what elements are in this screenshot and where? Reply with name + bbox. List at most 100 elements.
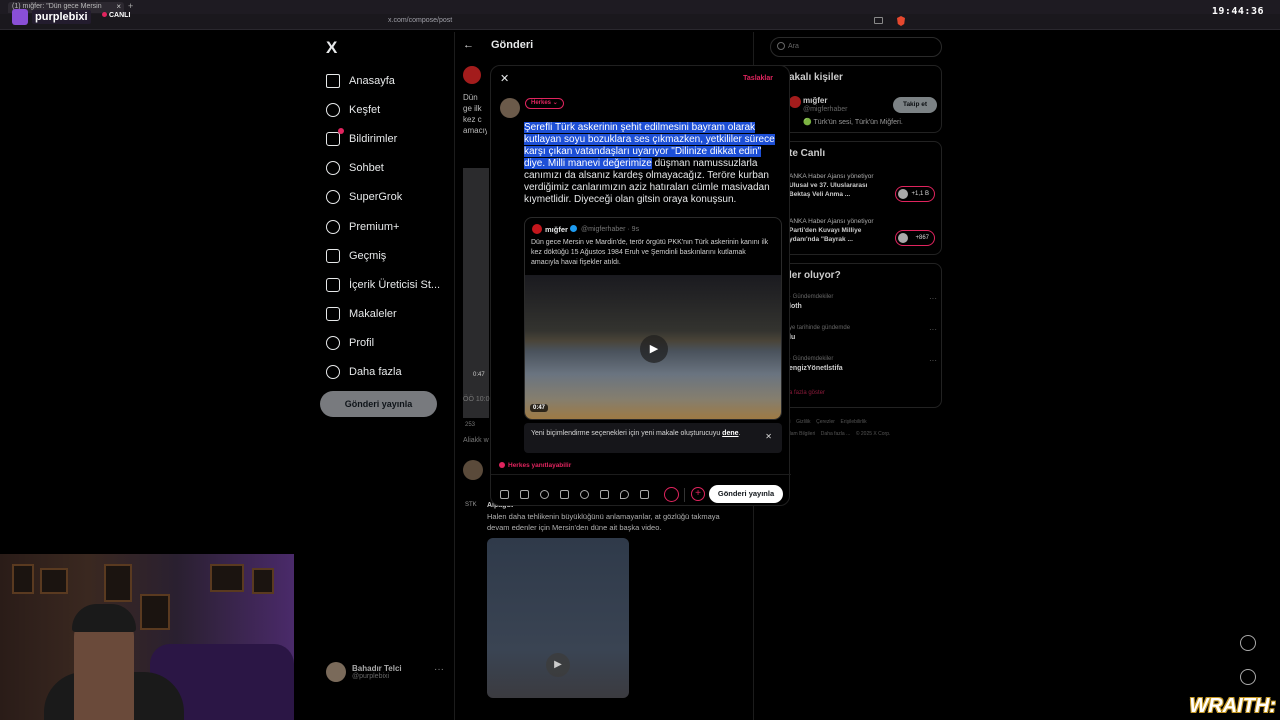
more-options-icon[interactable]: ···: [929, 325, 937, 334]
play-icon[interactable]: ▶: [546, 653, 570, 677]
add-post-icon[interactable]: +: [691, 487, 705, 501]
video-duration: 0:47: [530, 404, 549, 412]
close-tab-icon[interactable]: ×: [116, 2, 121, 11]
avatar[interactable]: [463, 66, 481, 84]
post-meta: Aliakk w: [463, 437, 489, 444]
show-more-link[interactable]: a fazla göster: [789, 390, 825, 396]
trend-item[interactable]: ye tarihinde gündemde lu: [789, 325, 850, 341]
location-icon[interactable]: [620, 490, 629, 499]
drafts-button[interactable]: Taslaklar: [743, 75, 773, 82]
schedule-icon[interactable]: [600, 490, 609, 499]
reply-count[interactable]: 253: [465, 422, 475, 428]
sidebar-item-bookmarks[interactable]: Geçmiş: [326, 241, 440, 270]
more-options-icon[interactable]: ···: [434, 664, 444, 675]
post-timestamp: ÖÖ 10:0: [463, 396, 490, 403]
new-tab-icon[interactable]: +: [128, 1, 133, 11]
trend-item[interactable]: · Gündemdekiler engizYönetlstifa: [789, 356, 843, 372]
sidebar-item-home[interactable]: Anasayfa: [326, 66, 440, 95]
live-item[interactable]: ANKA Haber Ajansı yönetiyor Ulusal ve 37…: [789, 172, 889, 199]
gif-icon[interactable]: [520, 490, 529, 499]
reader-icon[interactable]: [874, 17, 883, 24]
trend-meta: ye tarihinde gündemde: [789, 325, 851, 331]
sidebar-item-more[interactable]: Daha fazla: [326, 358, 440, 387]
verified-icon: [569, 225, 577, 232]
more-options-icon[interactable]: ···: [929, 294, 937, 303]
brave-shield-icon[interactable]: [897, 16, 905, 26]
quoted-author-name: mığfer: [545, 225, 568, 234]
live-suffix: yönetiyor: [847, 173, 874, 180]
footer-link[interactable]: Daha fazla ...: [821, 431, 850, 437]
close-icon[interactable]: ✕: [765, 432, 772, 441]
chat-icon: [326, 161, 340, 176]
sidebar-item-supergrok[interactable]: SuperGrok: [326, 183, 440, 212]
url-field[interactable]: x.com/compose/post: [388, 17, 452, 24]
trend-item[interactable]: · Gündemdekiler loth: [789, 294, 833, 310]
wall-frame: [12, 564, 34, 594]
listener-count[interactable]: +1,1 B: [895, 186, 935, 202]
search-placeholder: Ara: [788, 43, 799, 50]
compose-toolbar: + Gönderi yayınla: [491, 474, 791, 506]
quoted-author: mığfer: [545, 225, 577, 234]
address-bar: x.com/compose/post: [0, 14, 1280, 30]
streamer-cap: [72, 604, 136, 632]
sidebar-item-creator-studio[interactable]: İçerik Üreticisi St...: [326, 270, 440, 299]
live-item[interactable]: ANKA Haber Ajansı yönetiyor Parti'den Ku…: [789, 217, 889, 244]
flag-icon[interactable]: [640, 490, 649, 499]
back-arrow-icon[interactable]: ←: [463, 39, 474, 51]
grok-icon[interactable]: [1240, 635, 1256, 651]
creator-icon: [326, 277, 340, 292]
footer-link[interactable]: Çerezler: [816, 419, 835, 425]
video-duration: 0:47: [473, 372, 485, 378]
post-button[interactable]: Gönderi yayınla: [320, 391, 437, 417]
close-icon[interactable]: ✕: [500, 72, 509, 85]
media-icon[interactable]: [500, 490, 509, 499]
more-options-icon[interactable]: ···: [929, 356, 937, 365]
sidebar-item-label: İçerik Üreticisi St...: [349, 278, 441, 291]
footer-link[interactable]: rlam Bilgileri: [788, 431, 815, 437]
trend-name: lu: [789, 334, 796, 341]
sidebar-item-label: Daha fazla: [349, 366, 402, 379]
compose-textarea[interactable]: Şerefli Türk askerinin şehit edilmesini …: [524, 122, 782, 206]
live-dot-icon: [102, 12, 107, 17]
search-input[interactable]: Ara: [770, 37, 942, 57]
notice-body: Yeni biçimlendirme seçenekleri için yeni…: [531, 430, 723, 437]
search-icon: [326, 102, 340, 117]
profile-icon: [326, 336, 340, 351]
footer-link[interactable]: Erişilebilirlik: [841, 419, 867, 425]
notice-link[interactable]: dene: [722, 430, 738, 437]
panel-title: ler oluyor?: [789, 270, 841, 281]
post-video[interactable]: [463, 168, 489, 418]
account-switcher[interactable]: Bahadır Telci @purplebixi ···: [326, 662, 444, 682]
sidebar-item-label: Geçmiş: [349, 249, 387, 262]
x-logo-icon[interactable]: X: [326, 38, 337, 58]
emoji-icon[interactable]: [580, 490, 589, 499]
avatar[interactable]: [789, 96, 801, 108]
poll-icon[interactable]: [560, 490, 569, 499]
follow-button[interactable]: Takip et: [893, 97, 937, 113]
listener-count-label: +1,1 B: [911, 191, 929, 197]
reply-text: Halen daha tehlikenin büyüklüğünü anlama…: [487, 512, 720, 532]
sidebar-item-profile[interactable]: Profil: [326, 329, 440, 358]
grok-icon[interactable]: [540, 490, 549, 499]
quoted-post[interactable]: mığfer @migferhaber · 9s Dün gece Mersin…: [524, 217, 782, 420]
audience-selector[interactable]: Herkes ⌄: [525, 98, 564, 109]
play-icon[interactable]: ▶: [640, 335, 668, 363]
notice-text: Yeni biçimlendirme seçenekleri için yeni…: [531, 429, 746, 439]
messages-icon[interactable]: [1240, 669, 1256, 685]
sidebar-item-notifications[interactable]: Bildirimler: [326, 124, 440, 153]
suggestion-name[interactable]: mığfer: [803, 96, 827, 105]
quoted-video[interactable]: ▶ 0:47: [525, 275, 781, 419]
sidebar-item-chat[interactable]: Sohbet: [326, 154, 440, 183]
sidebar-item-articles[interactable]: Makaleler: [326, 300, 440, 329]
sidebar-item-explore[interactable]: Keşfet: [326, 95, 440, 124]
footer-link[interactable]: Gizlilik: [796, 419, 810, 425]
publish-button[interactable]: Gönderi yayınla: [709, 485, 783, 503]
sidebar-item-label: Sohbet: [349, 162, 384, 175]
reply-setting-button[interactable]: Herkes yanıtlayabilir: [499, 462, 571, 469]
reply-avatar-label: STK: [465, 502, 477, 508]
profile-name: Bahadır Telci: [352, 664, 402, 673]
avatar: [898, 189, 908, 199]
listener-count[interactable]: +867: [895, 230, 935, 246]
sidebar-item-label: Premium+: [349, 220, 400, 233]
sidebar-item-premium[interactable]: Premium+: [326, 212, 440, 241]
